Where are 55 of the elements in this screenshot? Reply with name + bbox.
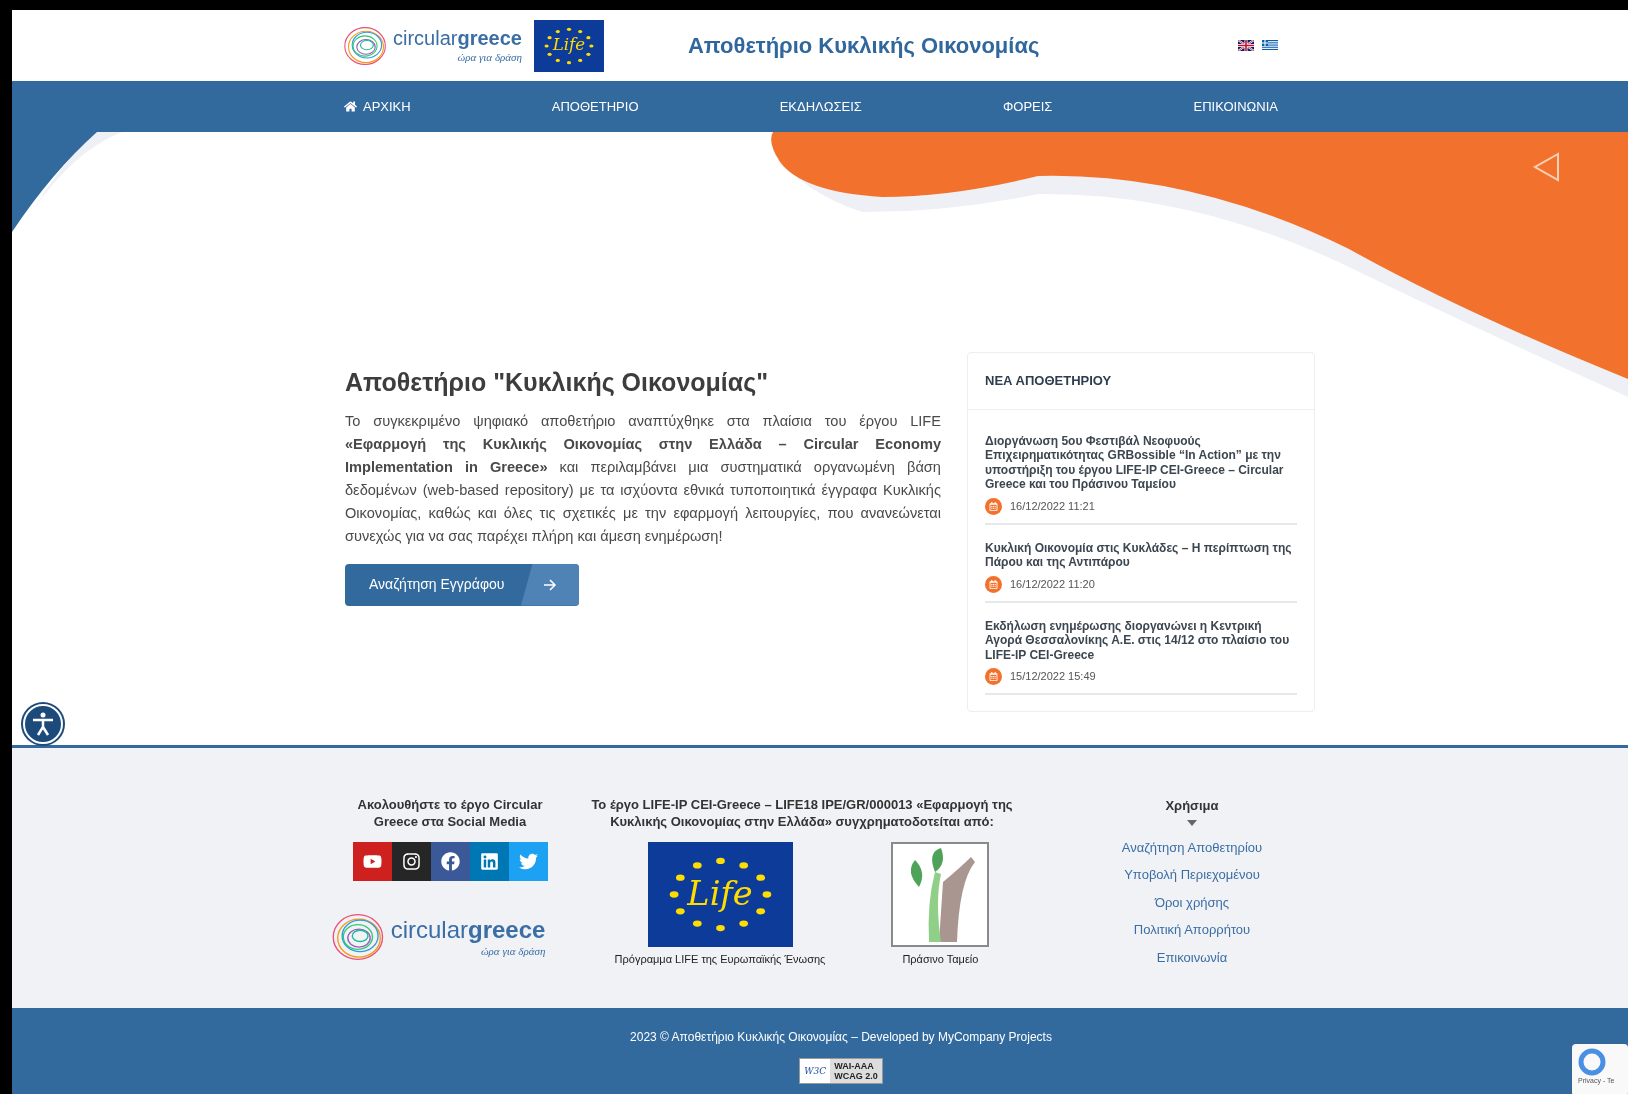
instagram-link[interactable] <box>391 842 431 881</box>
news-date: 16/12/2022 11:21 <box>1010 498 1095 514</box>
accessibility-button[interactable] <box>23 704 63 744</box>
youtube-link[interactable] <box>352 842 392 881</box>
calendar-icon <box>985 575 1002 593</box>
life-logo: Life <box>533 19 604 72</box>
uk-flag-icon[interactable] <box>1238 40 1254 51</box>
news-item-link[interactable]: Εκδήλωση ενημέρωσης διοργανώνει η Κεντρική Αγορά Θεσσαλονίκης Α.Ε. στις 14/12 στο πλαίσιο του LIFE-IP CEI-Greece <box>985 618 1297 662</box>
intro-paragraph: Το συγκεκριμένο ψηφιακό αποθετήριο αναπτύχθηκε στα πλαίσια του έργου LIFE «Εφαρμογή της Κυκλικής Οικονομίας στην Ελλάδα – Circular Economy Implementation in Greece» και περιλαμβάνει μια συστηματικά οργανωμένη βάση δεδομένων (web-based repository) με τα ισχύοντα εθνικά τυποποιητικά έγγραφα Κυκλικής Οικονομίας, καθώς και όλες τις σχετικές με την εφαρμογή λειτουργίες, που ανανεώνεται συνεχώς για να σας παρέχει πλήρη και άμεση ενημέρωση! <box>345 411 941 546</box>
useful-title: Χρήσιμα <box>1165 797 1219 815</box>
logo-wordmark: circulargreece <box>390 917 546 942</box>
caret-down-icon <box>1187 819 1197 826</box>
facebook-icon <box>440 852 460 871</box>
footer-link[interactable]: Υποβολή Περιεχομένου <box>1124 865 1260 885</box>
news-date: 16/12/2022 11:20 <box>1010 576 1095 592</box>
nav-link[interactable]: ΕΚΔΗΛΩΣΕΙΣ <box>779 96 862 117</box>
life-programme-logo: Life <box>647 842 793 947</box>
facebook-link[interactable] <box>430 842 470 881</box>
youtube-icon <box>362 852 382 871</box>
calendar-icon <box>985 668 1002 685</box>
logo-wordmark: circulargreece <box>393 28 522 48</box>
footer-link[interactable]: Αναζήτηση Αποθετηρίου <box>1121 837 1263 857</box>
intro-heading: Αποθετήριο "Κυκλικής Οικονομίας" <box>345 367 770 398</box>
logo-tagline: ώρα για δράση <box>480 945 546 957</box>
social-text: Ακολουθήστε το έργο Circular Greece στα Social Media <box>356 796 544 830</box>
linkedin-icon <box>479 852 499 871</box>
nav-link[interactable]: ΦΟΡΕΙΣ <box>1002 96 1053 117</box>
twitter-link[interactable] <box>508 842 548 881</box>
calendar-icon <box>985 497 1002 515</box>
greek-flag-icon[interactable] <box>1262 40 1278 51</box>
twitter-icon <box>518 852 538 871</box>
news-item-link[interactable]: Διοργάνωση 5ου Φεστιβάλ Νεοφυούς Επιχειρηματικότητας GRBossible “In Action” με την υποστήριξη του έργου LIFE-IP CEI-Greece – Circular Greece και του Πράσινου Ταμείου <box>985 433 1297 492</box>
tree-logo-icon <box>891 842 990 947</box>
search-document-button[interactable]: Αναζήτηση Εγγράφου <box>345 563 579 606</box>
funding-text: Το έργο LIFE-IP CEI-Greece – LIFE18 IPE/GR/000013 «Εφαρμογή της Κυκλικής Οικονομίας στην Ελλάδα» συγχρηματοδοτείται από: <box>590 796 1014 830</box>
news-item-link[interactable]: Κυκλική Οικονομία στις Κυκλάδες – Η περίπτωση της Πάρου και της Αντιπάρου <box>985 540 1297 570</box>
accessibility-icon <box>32 712 54 736</box>
site-title: Αποθετήριο Κυκλικής Οικονομίας <box>687 32 1040 60</box>
news-date: 15/12/2022 15:49 <box>1010 669 1096 685</box>
footer-link[interactable]: Πολιτική Απορρήτου <box>1133 920 1251 940</box>
nav-link[interactable]: ΑΠΟΘΕΤΗΡΙΟ <box>551 96 639 117</box>
footer-link[interactable]: Επικοινωνία <box>1156 947 1228 967</box>
home-icon <box>344 100 357 113</box>
arrow-right-icon <box>543 578 557 591</box>
instagram-icon <box>401 852 421 871</box>
copyright-text: 2023 © Αποθετήριο Κυκλικής Οικονομίας – Developed by MyCompany Projects <box>630 1029 1052 1046</box>
recaptcha-icon <box>1578 1048 1606 1076</box>
nav-link[interactable]: ΑΡΧΙΚΗ <box>344 96 411 117</box>
footer-link[interactable]: Όροι χρήσης <box>1154 892 1230 912</box>
news-card-title: ΝΕΑ ΑΠΟΘΕΤΗΡΙΟΥ <box>968 353 1314 410</box>
logo-tagline: ώρα για δράση <box>457 52 522 63</box>
funder-caption: Πρόγραμμα LIFE της Ευρωπαϊκής Ένωσης <box>614 952 826 967</box>
funder-caption: Πράσινο Ταμείο <box>902 952 979 967</box>
nav-link[interactable]: ΕΠΙΚΟΙΝΩΝΙΑ <box>1193 96 1278 117</box>
linkedin-link[interactable] <box>469 842 509 881</box>
